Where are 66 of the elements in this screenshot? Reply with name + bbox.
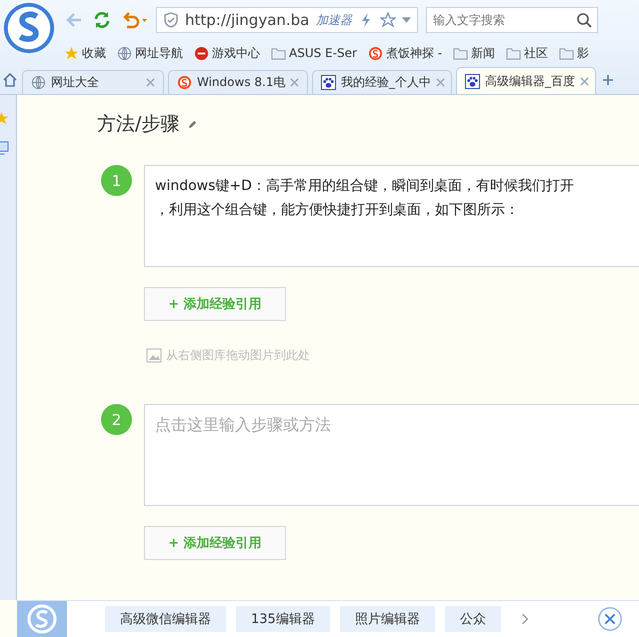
url-text: http://jingyan.ba [185,11,310,29]
folder-icon [506,46,522,60]
s-logo-icon [368,46,383,60]
search-field[interactable]: 输入文字搜索 [426,7,598,33]
bookmark-item[interactable]: 新闻 [453,44,496,62]
paw-icon [321,75,336,90]
close-icon[interactable] [580,76,589,86]
game-logo-icon [194,46,209,60]
shield-icon [163,12,179,28]
pencil-icon[interactable] [187,118,198,130]
browser-logo-icon[interactable] [2,1,56,55]
tab-title: Windows 8.1电 [197,74,286,91]
home-icon[interactable] [2,72,18,88]
star-icon [64,46,79,60]
star-icon[interactable] [380,12,396,28]
bookmark-label: 新闻 [471,44,496,62]
folder-icon [271,46,286,60]
browser-tab[interactable]: 高级编辑器_百度 [456,67,596,94]
paw-icon [465,74,480,88]
bookmark-item[interactable]: 煮饭神探 - [368,44,442,62]
bookmark-item[interactable]: 社区 [506,44,548,62]
address-bar[interactable]: http://jingyan.ba 加速器 [156,7,418,33]
chevron-right-icon[interactable] [521,612,529,626]
tab-title: 高级编辑器_百度 [485,72,575,90]
bookmark-label: 社区 [524,44,548,62]
folder-icon [559,46,574,60]
folder-icon [453,46,468,60]
editor-link[interactable]: 高级微信编辑器 [105,606,226,632]
search-icon[interactable] [576,12,592,28]
refresh-icon[interactable] [92,10,112,30]
editor-link[interactable]: 照片编辑器 [340,606,435,632]
dropdown-caret-icon[interactable] [402,17,411,23]
section-title: 方法/步骤 [97,112,180,137]
bookmark-item[interactable]: 影 [559,44,590,62]
bookmark-label: ASUS E-Ser [289,46,357,60]
app-logo-icon[interactable] [17,601,67,637]
editor-link[interactable]: 公众 [444,606,501,632]
close-icon[interactable] [146,78,155,87]
bookmark-label: 网址导航 [135,44,183,62]
bookmark-label: 收藏 [82,44,106,62]
bookmark-item[interactable]: 游戏中心 [194,44,260,62]
bookmark-item[interactable]: 网址导航 [117,44,183,62]
close-icon[interactable] [597,606,623,632]
s-logo-icon [177,75,192,90]
bookmark-label: 煮饭神探 - [386,44,442,62]
step-text-field[interactable]: windows键+D：高手常用的组合键，瞬间到桌面，有时候我们打开 ，利用这个组合键，能方便快捷打开到桌面，如下图所示： [144,165,639,267]
bookmark-item[interactable]: 收藏 [64,44,106,62]
image-icon [144,348,162,364]
editor-link[interactable]: 135编辑器 [236,606,330,632]
bookmark-label: 影 [577,44,590,62]
step-number: 1 [101,165,132,196]
step-number: 2 [101,404,132,435]
accelerator-link[interactable]: 加速器 [316,12,352,28]
close-icon[interactable] [436,78,445,87]
close-icon[interactable] [290,78,300,87]
browser-tab[interactable]: 网址大全 [22,70,164,94]
globe-icon [117,46,132,60]
browser-tab[interactable]: 我的经验_个人中 [312,70,452,94]
tab-title: 我的经验_个人中 [341,74,431,91]
new-tab-icon[interactable] [600,72,616,88]
bookmark-item[interactable]: ASUS E-Ser [271,46,357,60]
tab-title: 网址大全 [51,74,100,91]
bookmark-label: 游戏中心 [212,44,260,62]
image-drop-hint: 从右侧图库拖动图片到此处 [166,347,310,364]
globe-icon [31,75,46,90]
browser-tab[interactable]: Windows 8.1电 [168,70,308,94]
